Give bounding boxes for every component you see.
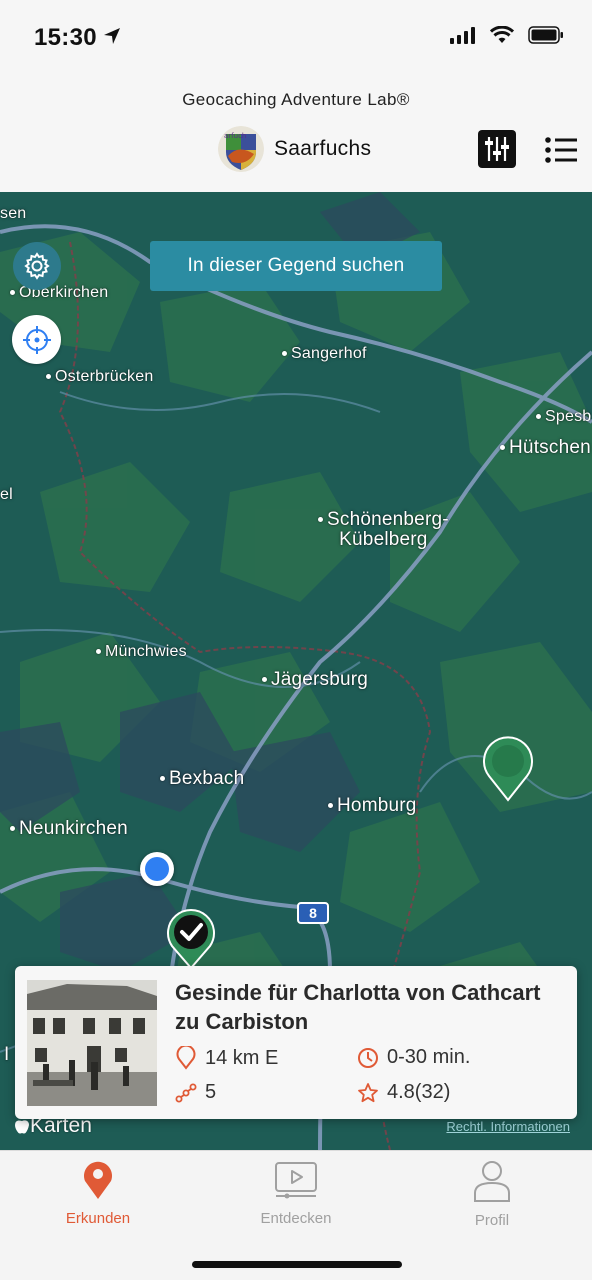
stages-text: 5 [205, 1081, 217, 1103]
locate-me-button[interactable] [12, 315, 61, 364]
duration-info: 0-30 min. [357, 1046, 470, 1069]
place-name: Jägersburg [271, 669, 369, 690]
place-label: Jägersburg [262, 669, 368, 691]
checkmark-pin-icon [167, 909, 215, 970]
status-time: 15:30 [34, 24, 97, 51]
place-label: I [4, 1044, 10, 1065]
place-label: Spesb [536, 408, 591, 426]
place-label: el [0, 486, 13, 503]
place-name: Bexbach [169, 768, 245, 789]
location-pin-icon [176, 1046, 196, 1070]
wifi-icon [489, 25, 515, 49]
app-header: Geocaching Adventure Lab® arfuch Saarfuc… [0, 76, 592, 192]
adventure-thumbnail [27, 980, 157, 1106]
user-profile-icon [474, 1161, 510, 1202]
video-play-icon [275, 1162, 317, 1199]
highway-shield: 8 [297, 902, 329, 924]
place-name: Homburg [337, 795, 417, 816]
brand-name: Saarfuchs [274, 137, 372, 160]
svg-text:arfuch: arfuch [224, 132, 246, 140]
app-title: Geocaching Adventure Lab® [182, 90, 410, 109]
home-indicator[interactable] [192, 1261, 402, 1268]
map-settings-button[interactable] [13, 242, 61, 290]
user-location-dot [140, 852, 174, 886]
location-arrow-icon [102, 26, 122, 51]
legal-info-link[interactable]: Rechtl. Informationen [446, 1119, 570, 1134]
place-label: Schönenberg- Kübelberg [318, 510, 449, 550]
signal-icon [450, 26, 476, 49]
rating-info: 4.8(32) [357, 1081, 450, 1104]
search-this-area-button[interactable]: In dieser Gegend suchen [150, 241, 442, 291]
place-name: Spesb [545, 408, 592, 425]
place-name: Osterbrücken [55, 368, 154, 385]
place-label: Neunkirchen [10, 818, 128, 840]
distance-text: 14 km E [205, 1046, 279, 1069]
place-label: Osterbrücken [46, 368, 153, 386]
place-label: Münchwies [96, 643, 187, 661]
place-label: sen [0, 205, 27, 222]
place-name: Münchwies [105, 643, 187, 660]
clock-icon [358, 1047, 378, 1068]
distance-info: 14 km E [175, 1046, 278, 1070]
place-label: Hütschen [500, 437, 591, 459]
gear-icon [24, 252, 50, 280]
adventure-pin[interactable] [481, 736, 535, 807]
tab-profil[interactable]: Profil [422, 1159, 562, 1229]
list-icon [545, 137, 577, 163]
rating-text: 4.8(32) [387, 1081, 451, 1103]
tab-label: Profil [474, 1212, 510, 1229]
adventure-card[interactable]: Gesinde für Charlotta von Cathcart zu Ca… [15, 966, 577, 1119]
route-stages-icon [175, 1083, 197, 1102]
tab-label: Entdecken [260, 1210, 332, 1227]
place-label: Sangerhof [282, 345, 367, 363]
crosshair-icon [22, 325, 51, 354]
status-bar: 15:30 [0, 0, 592, 76]
tab-bar: Erkunden Entdecken Profil [0, 1150, 592, 1280]
filter-button[interactable] [478, 130, 516, 168]
place-name: Hütschen [509, 437, 591, 458]
brand[interactable]: arfuch Saarfuchs [218, 126, 371, 172]
place-name: Sangerhof [291, 345, 367, 362]
completed-adventure-pin[interactable] [165, 908, 217, 973]
map-pin-icon [84, 1161, 112, 1199]
status-indicators [450, 25, 564, 49]
tab-erkunden[interactable]: Erkunden [28, 1159, 168, 1227]
duration-text: 0-30 min. [387, 1046, 471, 1068]
adventure-title: Gesinde für Charlotta von Cathcart zu Ca… [175, 980, 541, 1034]
tab-entdecken[interactable]: Entdecken [226, 1159, 366, 1227]
sliders-icon [485, 137, 509, 161]
brand-logo: arfuch [218, 126, 264, 172]
tab-label: Erkunden [65, 1210, 131, 1227]
place-name: Neunkirchen [19, 818, 128, 839]
battery-icon [528, 26, 564, 49]
star-icon [358, 1082, 378, 1102]
place-label: Homburg [328, 795, 417, 817]
map-pin-icon [483, 736, 533, 802]
list-view-button[interactable] [544, 136, 578, 164]
place-label: Bexbach [160, 768, 244, 790]
stages-info: 5 [175, 1081, 216, 1104]
place-name: Schönenberg- Kübelberg [327, 509, 449, 550]
